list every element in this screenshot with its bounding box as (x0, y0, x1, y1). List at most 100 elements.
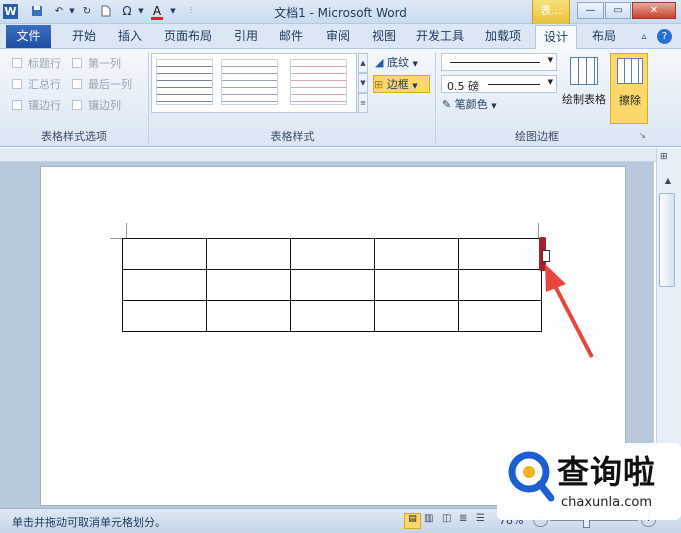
eraser-icon (617, 58, 643, 84)
ruler-toggle-icon[interactable]: ⊞ (660, 152, 676, 166)
banded-rows-checkbox[interactable] (12, 100, 22, 110)
web-layout-icon[interactable]: ◫ (442, 513, 451, 524)
margin-mark (538, 223, 539, 238)
symbol-dropdown-icon[interactable]: ▼ (134, 4, 148, 18)
banded-rows-label: 镶边行 (28, 99, 61, 112)
font-color-dropdown-icon[interactable]: ▼ (166, 4, 180, 18)
brand-name: 查询啦 (557, 453, 657, 491)
shading-dropdown-icon: ▼ (412, 60, 418, 68)
table-row-line (122, 269, 542, 270)
gallery-scroll-down-icon[interactable]: ▼ (358, 73, 368, 93)
tab-review[interactable]: 审阅 (318, 25, 358, 48)
header-row-label: 标题行 (28, 57, 61, 70)
watermark-logo: 查询啦 chaxunla.com (497, 443, 681, 520)
table-column-line (206, 238, 207, 332)
tab-home[interactable]: 开始 (64, 25, 104, 48)
first-column-checkbox[interactable] (72, 58, 82, 68)
group-divider (148, 52, 149, 144)
borders-button[interactable]: ⊞ 边框 ▼ (373, 75, 430, 93)
close-button[interactable]: ✕ (632, 2, 676, 19)
undo-icon[interactable]: ↶ (52, 4, 66, 18)
table-border-top (122, 238, 542, 239)
scroll-up-icon[interactable]: ▲ (660, 176, 676, 188)
symbol-omega-icon[interactable]: Ω (120, 4, 134, 18)
magnifier-logo-icon (508, 451, 555, 502)
total-row-checkbox[interactable] (12, 79, 22, 89)
last-column-label: 最后一列 (88, 78, 132, 91)
eraser-label: 擦除 (619, 94, 641, 107)
draw-table-button[interactable]: 绘制表格 (560, 54, 608, 122)
tab-developer[interactable]: 开发工具 (410, 25, 470, 48)
shading-label: 底纹 (386, 56, 409, 69)
red-arrow-annotation (545, 264, 594, 358)
font-color-icon[interactable]: A (150, 4, 164, 18)
table-column-line (374, 238, 375, 332)
draw-table-icon (570, 57, 598, 85)
table-column-line (458, 238, 459, 332)
outline-view-icon[interactable]: ≣ (459, 513, 467, 524)
line-weight-select[interactable]: 0.5 磅 ▼ (441, 75, 557, 93)
horizontal-ruler (0, 148, 681, 162)
collapse-ribbon-icon[interactable]: ▵ (636, 25, 652, 48)
gallery-scroll-up-icon[interactable]: ▲ (358, 53, 368, 73)
status-message: 单击并拖动可取消单元格划分。 (12, 516, 166, 529)
tab-references[interactable]: 引用 (226, 25, 266, 48)
full-screen-reading-icon[interactable]: ▥ (424, 513, 433, 524)
pen-color-label: 笔颜色 (454, 98, 488, 111)
tab-add-ins[interactable]: 加载项 (478, 25, 528, 48)
new-document-icon[interactable] (99, 4, 113, 18)
table-border-bottom (122, 331, 542, 332)
tab-page-layout[interactable]: 页面布局 (158, 25, 218, 48)
draw-table-label: 绘制表格 (562, 93, 606, 106)
table-border-left (122, 238, 123, 332)
tab-layout[interactable]: 布局 (584, 25, 624, 48)
total-row-label: 汇总行 (28, 78, 61, 91)
maximize-button[interactable]: ▭ (605, 2, 631, 19)
group-divider (435, 52, 436, 144)
tab-view[interactable]: 视图 (364, 25, 404, 48)
table-tools-context-tab[interactable]: 表... (532, 0, 570, 24)
shading-button[interactable]: ◢ 底纹 ▼ (375, 54, 431, 72)
print-layout-view-icon[interactable]: ▤ (404, 513, 421, 529)
dialog-launcher-icon[interactable]: ↘ (639, 131, 646, 140)
borders-dropdown-icon: ▼ (412, 82, 418, 90)
minimize-button[interactable]: — (577, 2, 604, 19)
tab-mailings[interactable]: 邮件 (271, 25, 311, 48)
table-column-line (290, 238, 291, 332)
draft-view-icon[interactable]: ☰ (476, 513, 485, 524)
scrollbar-thumb[interactable] (659, 193, 675, 287)
banded-columns-checkbox[interactable] (72, 100, 82, 110)
customize-toolbar-icon[interactable]: ⫶ (184, 4, 198, 18)
last-column-checkbox[interactable] (72, 79, 82, 89)
table-style-pink-thumb[interactable] (290, 59, 347, 105)
paint-bucket-icon: ◢ (375, 56, 384, 69)
gallery-more-icon[interactable]: ≡ (358, 93, 368, 113)
table-style-grid-thumb[interactable] (156, 59, 213, 105)
pen-color-dropdown-icon: ▼ (491, 102, 497, 110)
style-options-group-label: 表格样式选项 (41, 130, 107, 143)
eraser-button[interactable]: 擦除 (610, 53, 648, 124)
pen-color-button[interactable]: ✎ 笔颜色 ▼ (442, 96, 512, 114)
table-style-light-thumb[interactable] (221, 59, 278, 105)
table-styles-group-label: 表格样式 (270, 130, 315, 143)
redo-icon[interactable]: ↻ (80, 4, 94, 18)
borders-icon: ⊞ (374, 78, 384, 91)
help-icon[interactable]: ? (657, 29, 672, 44)
word-table[interactable] (122, 238, 542, 332)
word-app-icon[interactable]: W (3, 4, 18, 19)
pen-icon: ✎ (442, 98, 452, 111)
borders-label: 边框 (386, 78, 409, 91)
header-row-checkbox[interactable] (12, 58, 22, 68)
banded-columns-label: 镶边列 (88, 99, 121, 112)
tab-insert[interactable]: 插入 (110, 25, 150, 48)
tab-design[interactable]: 设计 (535, 25, 577, 50)
margin-mark (126, 223, 127, 238)
first-column-label: 第一列 (88, 57, 121, 70)
save-icon[interactable] (30, 4, 44, 18)
undo-dropdown-icon[interactable]: ▼ (65, 4, 79, 18)
line-style-select[interactable]: ▼ (441, 53, 557, 71)
table-row-line (122, 300, 542, 301)
line-weight-dropdown-icon: ▼ (547, 78, 553, 86)
tab-file[interactable]: 文件 (6, 25, 51, 48)
line-weight-value: 0.5 磅 (447, 80, 479, 93)
